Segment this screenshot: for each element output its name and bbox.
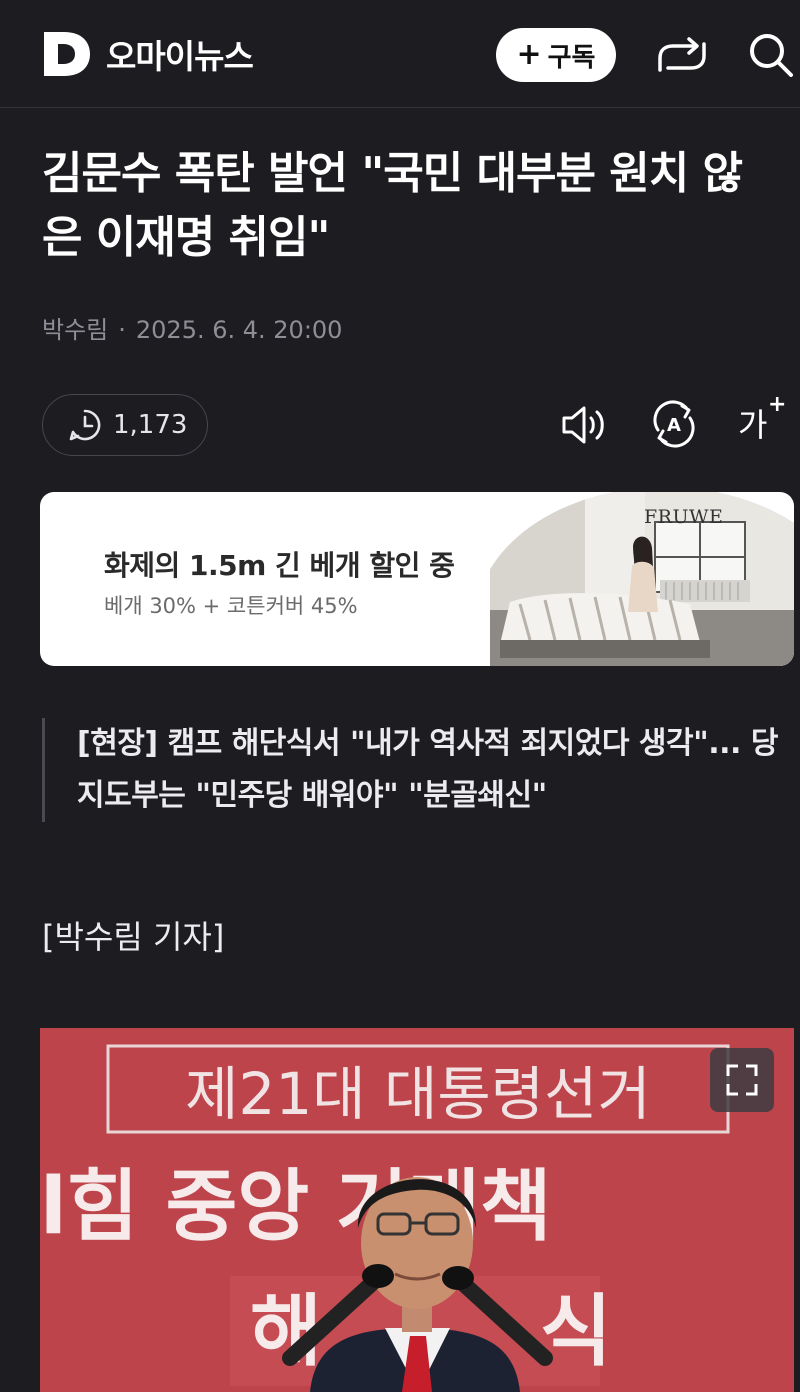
subscribe-label: 구독 (547, 42, 596, 73)
article-subheading: [현장] 캠프 해단식서 "내가 역사적 죄지었다 생각"... 당지도부는 "… (42, 718, 782, 822)
reporter-credit: [박수림 기자] (42, 918, 225, 956)
clock-icon (69, 409, 101, 441)
top-header: 오마이뉴스 + 구독 (0, 0, 800, 108)
view-count: 1,173 (113, 410, 188, 440)
fullscreen-icon (726, 1064, 758, 1096)
font-size-icon[interactable]: 가 + (738, 392, 788, 448)
share-icon[interactable] (656, 36, 708, 76)
plus-icon: + (516, 37, 542, 72)
press-conference-image: 제21대 대통령선거 l힘 중앙 거대책 해 식 (40, 1028, 794, 1392)
expand-photo-button[interactable] (710, 1048, 774, 1112)
photo-banner-mid: l힘 중앙 거대책 (40, 1162, 552, 1252)
article-photo[interactable]: 제21대 대통령선거 l힘 중앙 거대책 해 식 (40, 1028, 794, 1392)
logo-d-icon[interactable] (42, 30, 92, 78)
auto-translate-icon[interactable]: A (650, 400, 698, 448)
publish-datetime: 2025. 6. 4. 20:00 (135, 316, 343, 344)
brand-name[interactable]: 오마이뉴스 (106, 30, 254, 78)
article-title: 김문수 폭탄 발언 "국민 대부분 원치 않은 이재명 취임" (42, 148, 743, 263)
ad-bedroom-image (490, 492, 794, 666)
ad-title: 화제의 1.5m 긴 베개 할인 중 (104, 549, 455, 582)
photo-banner-top: 제21대 대통령선거 (185, 1060, 651, 1128)
author-name[interactable]: 박수림 (42, 316, 108, 344)
ad-subtitle: 베개 30% + 코튼커버 45% (104, 594, 358, 618)
ad-banner[interactable]: 화제의 1.5m 긴 베개 할인 중 베개 30% + 코튼커버 45% FRU… (40, 492, 794, 666)
ad-brand-logo: FRUWE (644, 506, 724, 528)
svg-text:A: A (667, 415, 681, 436)
font-size-label: 가 (738, 406, 768, 444)
plus-small-icon: + (768, 392, 787, 417)
search-icon[interactable] (748, 32, 794, 78)
byline: 박수림 · 2025. 6. 4. 20:00 (42, 310, 342, 345)
speaker-icon[interactable] (560, 402, 612, 448)
byline-separator: · (118, 316, 126, 344)
view-count-badge: 1,173 (42, 394, 208, 456)
subscribe-button[interactable]: + 구독 (496, 28, 616, 82)
